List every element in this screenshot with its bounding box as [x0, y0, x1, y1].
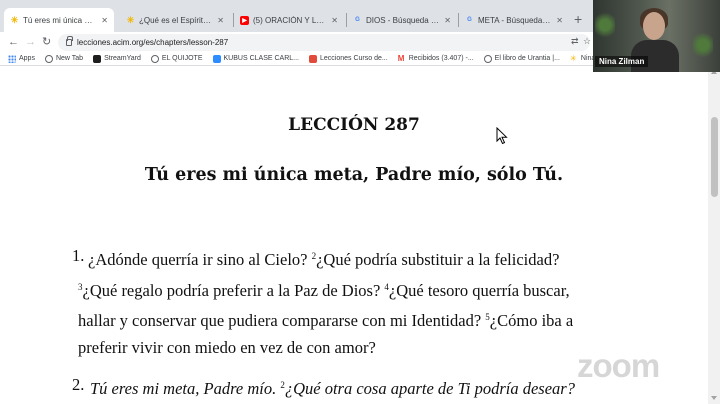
bookmark-new-tab[interactable]: New Tab [44, 54, 84, 63]
paragraph-line: ¿Adónde querría ir sino al Cielo? 2¿Qué … [88, 250, 560, 269]
webcam-video-tile[interactable]: Nina Zilman [593, 0, 720, 72]
globe-icon [150, 54, 159, 63]
bookmark-label: KUBUS CLASE CARL... [223, 55, 299, 62]
tab-google-meta[interactable]: G META - Búsqueda de Goo... ✕ [459, 8, 569, 32]
page-scrollbar[interactable] [708, 67, 720, 404]
person-face [643, 12, 665, 40]
back-arrow-icon[interactable]: ← [8, 34, 19, 50]
lesson-subtitle: Tú eres mi única meta, Padre mío, sólo T… [144, 165, 564, 185]
tab-title: (5) ORACIÓN Y LECCIÓN... [253, 15, 328, 25]
paragraph-2: 2. Tú eres mi meta, Padre mío. 2¿Qué otr… [72, 372, 632, 403]
zoom-video-icon [212, 54, 221, 63]
close-tab-icon[interactable]: ✕ [556, 16, 563, 25]
paragraph-number: 2. [72, 375, 85, 394]
tab-title: Tú eres mi única meta, P... [23, 15, 97, 25]
reload-icon[interactable]: ↻ [42, 34, 51, 50]
new-tab-icon[interactable]: + [574, 12, 582, 26]
bookmark-gmail[interactable]: M Recibidos (3.407) -... [397, 53, 474, 63]
tab-espiritu-santo[interactable]: ✳ ¿Qué es el Espíritu Sant... ✕ [120, 8, 230, 32]
gmail-icon: M [397, 53, 405, 63]
acim-favicon-icon: ✳ [10, 14, 19, 25]
bookmark-star-icon[interactable]: ☆ [583, 36, 591, 47]
scroll-down-icon[interactable] [711, 396, 717, 400]
tab-google-dios[interactable]: G DIOS - Búsqueda de Goo... ✕ [347, 8, 457, 32]
address-bar[interactable]: lecciones.acim.org/es/chapters/lesson-28… [58, 34, 590, 51]
plant-decoration [595, 10, 615, 40]
participant-name-label: Nina Zilman [595, 56, 649, 67]
globe-icon [44, 54, 53, 63]
bookmark-streamyard[interactable]: StreamYard [93, 54, 141, 63]
google-favicon-icon: G [355, 17, 360, 23]
paragraph-line: preferir vivir con miedo en vez de con a… [78, 337, 376, 357]
acim-favicon-icon: ✳ [569, 53, 577, 63]
google-favicon-icon: G [467, 17, 472, 23]
bookmark-kubus[interactable]: KUBUS CLASE CARL... [212, 54, 299, 63]
bookmark-label: EL QUIJOTE [161, 55, 203, 62]
close-tab-icon[interactable]: ✕ [217, 16, 224, 25]
mouse-cursor-icon [496, 127, 508, 145]
bookmark-label: Recibidos (3.407) -... [408, 55, 474, 62]
apps-grid-icon [8, 54, 16, 63]
tab-title: DIOS - Búsqueda de Goo... [366, 15, 440, 25]
close-tab-icon[interactable]: ✕ [101, 16, 108, 25]
bookmark-quijote[interactable]: EL QUIJOTE [150, 54, 203, 63]
close-tab-icon[interactable]: ✕ [444, 16, 451, 25]
paragraph-1: 1. ¿Adónde querría ir sino al Cielo? 2¿Q… [72, 243, 632, 361]
forward-arrow-icon[interactable]: → [25, 34, 36, 50]
tab-lesson-287[interactable]: ✳ Tú eres mi única meta, P... ✕ [4, 8, 114, 32]
acim-favicon-icon: ✳ [126, 14, 135, 25]
lock-icon [66, 36, 73, 46]
bookmark-label: Apps [19, 55, 35, 62]
lesson-heading: LECCIÓN 287 [288, 115, 420, 135]
youtube-favicon-icon: ▶ [240, 15, 249, 25]
paragraph-line: Tú eres mi meta, Padre mío. 2¿Qué otra c… [90, 379, 575, 398]
close-tab-icon[interactable]: ✕ [331, 16, 338, 25]
translate-icon[interactable]: ⇄ [571, 36, 579, 47]
globe-icon [483, 54, 492, 63]
streamyard-icon [93, 54, 102, 63]
tab-title: ¿Qué es el Espíritu Sant... [139, 15, 213, 25]
bookmark-label: Lecciones Curso de... [319, 55, 388, 62]
bookmark-label: El libro de Urantia |... [494, 55, 560, 62]
plant-decoration [693, 30, 713, 60]
bookmark-urantia[interactable]: El libro de Urantia |... [483, 54, 560, 63]
zoom-watermark: zoom [577, 347, 660, 384]
paragraph-line: 3¿Qué regalo podría preferir a la Paz de… [78, 280, 570, 300]
tab-title: META - Búsqueda de Goo... [478, 15, 552, 25]
bookmark-label: New Tab [55, 55, 84, 62]
bookmark-apps[interactable]: Apps [8, 54, 35, 63]
bookmark-lecciones[interactable]: Lecciones Curso de... [308, 54, 388, 63]
url-text: lecciones.acim.org/es/chapters/lesson-28… [77, 38, 229, 47]
paragraph-line: hallar y conservar que pudiera comparars… [78, 311, 574, 330]
scrollbar-thumb[interactable] [711, 117, 718, 197]
bookmark-label: StreamYard [104, 55, 141, 62]
paragraph-number: 1. [72, 246, 85, 265]
document-icon [308, 54, 317, 63]
tab-youtube-oracion[interactable]: ▶ (5) ORACIÓN Y LECCIÓN... ✕ [234, 8, 344, 32]
